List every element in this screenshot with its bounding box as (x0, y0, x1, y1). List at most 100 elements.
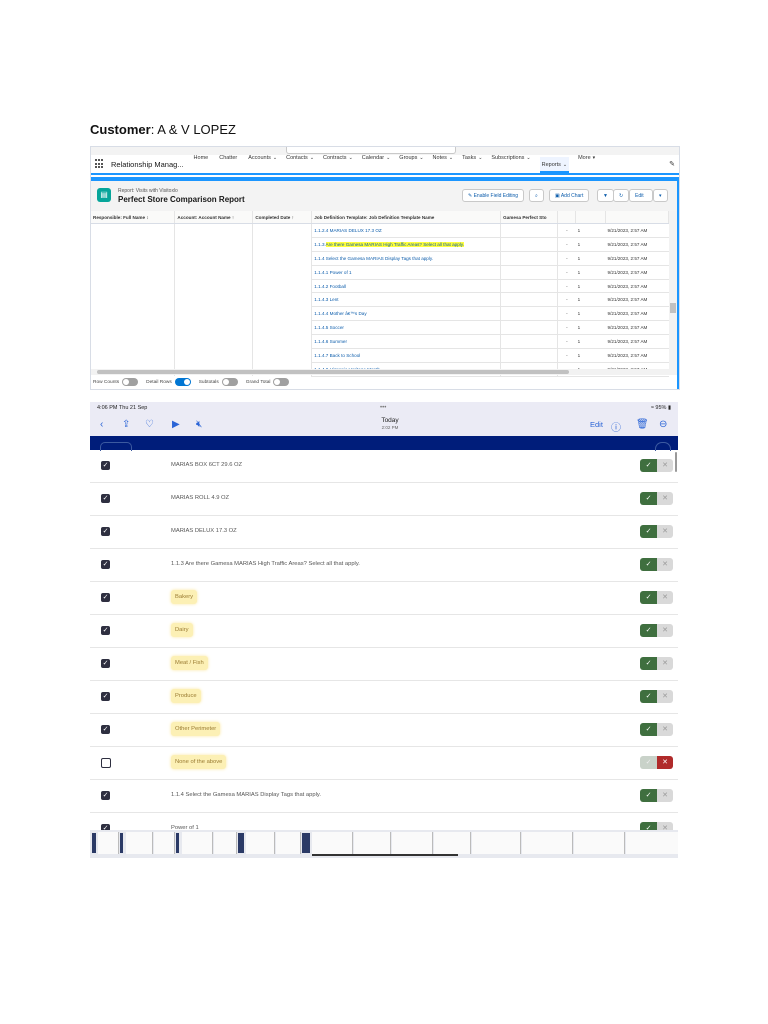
checkbox[interactable]: ✓ (101, 494, 110, 503)
check-icon[interactable]: ✓ (640, 492, 657, 505)
checkbox[interactable] (101, 758, 111, 768)
nav-item-contacts[interactable]: Contacts ⌄ (286, 155, 314, 173)
check-icon[interactable]: ✓ (640, 525, 657, 538)
nav-item-home[interactable]: Home (194, 155, 211, 173)
close-icon[interactable]: ✕ (657, 624, 673, 637)
toggle-switch[interactable] (122, 378, 139, 386)
yes-no-toggle[interactable]: ✓ ✕ (640, 789, 673, 802)
column-header[interactable]: Completed Date ↑ (252, 211, 313, 224)
column-header[interactable]: Account: Account Name ↑ (174, 211, 254, 224)
toggle-grand-total[interactable]: Grand Total (246, 378, 290, 386)
job-template-link[interactable]: 1.1.4.3 Lent (311, 292, 502, 308)
report-menu-button[interactable]: ▾ (653, 189, 668, 202)
nav-item-subscriptions[interactable]: Subscriptions ⌄ (491, 155, 530, 173)
play-icon[interactable]: ▶ (172, 419, 180, 430)
trash-icon[interactable]: 🗑︎ (636, 419, 649, 430)
toggle-switch[interactable] (174, 378, 191, 386)
edit-button[interactable]: Edit (590, 420, 603, 429)
search-report-button[interactable]: ⌕ (529, 189, 544, 202)
column-header[interactable] (575, 211, 607, 224)
close-icon[interactable]: ✕ (657, 558, 673, 571)
yes-no-toggle[interactable]: ✓ ✕ (640, 756, 673, 769)
check-icon[interactable]: ✓ (640, 591, 657, 604)
close-icon[interactable]: ✕ (657, 525, 673, 538)
close-icon[interactable]: ✕ (657, 591, 673, 604)
checkbox[interactable]: ✓ (101, 593, 110, 602)
yes-no-toggle[interactable]: ✓ ✕ (640, 657, 673, 670)
refresh-button[interactable]: ↻ (613, 189, 630, 202)
close-icon[interactable]: ✕ (657, 459, 673, 472)
job-template-link[interactable]: 1.1.2.4 MARIAS DELUX 17.3 OZ (311, 223, 502, 238)
nav-item-reports[interactable]: Reports ⌄ (539, 157, 570, 173)
yes-no-toggle[interactable]: ✓ ✕ (640, 492, 673, 505)
check-icon[interactable]: ✓ (640, 459, 657, 472)
yes-no-toggle[interactable]: ✓ ✕ (640, 459, 673, 472)
job-template-link[interactable]: 1.1.4.6 Summer (311, 334, 502, 350)
checkbox[interactable]: ✓ (101, 791, 110, 800)
checkbox[interactable]: ✓ (101, 626, 110, 635)
yes-no-toggle[interactable]: ✓ ✕ (640, 525, 673, 538)
toggle-subtotals[interactable]: Subtotals (199, 378, 238, 386)
share-icon[interactable]: ⇪ (122, 419, 130, 430)
check-icon[interactable]: ✓ (640, 624, 657, 637)
more-icon[interactable]: ⊖ (659, 419, 667, 430)
check-icon[interactable]: ✓ (640, 756, 657, 769)
add-chart-button[interactable]: ▣ Add Chart (549, 189, 590, 202)
nav-item-chatter[interactable]: Chatter (219, 155, 239, 173)
check-icon[interactable]: ✓ (640, 723, 657, 736)
checkbox[interactable]: ✓ (101, 692, 110, 701)
close-icon[interactable]: ✕ (657, 789, 673, 802)
check-icon[interactable]: ✓ (640, 558, 657, 571)
checkbox[interactable]: ✓ (101, 725, 110, 734)
filter-button[interactable]: ▼ (597, 189, 614, 202)
yes-no-toggle[interactable]: ✓ ✕ (640, 558, 673, 571)
nav-item-notes[interactable]: Notes ⌄ (433, 155, 454, 173)
edit-nav-icon[interactable]: ✎ (669, 160, 675, 168)
toggle-switch[interactable] (221, 378, 238, 386)
column-header[interactable]: Job Definition Template: Job Definition … (311, 211, 502, 224)
job-template-link[interactable]: 1.1.4.5 Soccer (311, 320, 502, 336)
checkbox[interactable]: ✓ (101, 527, 110, 536)
mute-icon[interactable]: 🔇︎ (196, 419, 202, 430)
enable-field-editing-button[interactable]: ✎ Enable Field Editing (462, 189, 525, 202)
toggle-detail-rows[interactable]: Detail Rows (146, 378, 191, 386)
job-template-link[interactable]: 1.1.4.7 Back to School (311, 348, 502, 363)
info-icon[interactable]: ⓘ (611, 419, 621, 434)
yes-no-toggle[interactable]: ✓ ✕ (640, 690, 673, 703)
toggle-switch[interactable] (273, 378, 290, 386)
toggle-row-counts[interactable]: Row Counts (93, 378, 139, 386)
close-icon[interactable]: ✕ (657, 756, 673, 769)
column-header[interactable]: Gamesa Perfect Sto (500, 211, 559, 224)
nav-item-calendar[interactable]: Calendar ⌄ (362, 155, 391, 173)
close-icon[interactable]: ✕ (657, 690, 673, 703)
vertical-scrollbar[interactable] (669, 211, 677, 369)
yes-no-toggle[interactable]: ✓ ✕ (640, 723, 673, 736)
nav-item-contracts[interactable]: Contracts ⌄ (323, 155, 353, 173)
check-icon[interactable]: ✓ (640, 690, 657, 703)
checkbox[interactable]: ✓ (101, 560, 110, 569)
multitask-dots[interactable]: ••• (380, 405, 386, 411)
checkbox[interactable]: ✓ (101, 461, 110, 470)
global-search-box[interactable] (286, 147, 456, 154)
back-icon[interactable]: ‹ (100, 419, 103, 430)
app-launcher-icon[interactable] (95, 159, 105, 169)
close-icon[interactable]: ✕ (657, 657, 673, 670)
yes-no-toggle[interactable]: ✓ ✕ (640, 624, 673, 637)
check-icon[interactable]: ✓ (640, 657, 657, 670)
job-template-link[interactable]: 1.1.4.1 Power of 1 (311, 265, 502, 280)
checkbox[interactable]: ✓ (101, 659, 110, 668)
job-template-link[interactable]: 1.1.4.4 Mother â€™s Day (311, 306, 502, 322)
job-template-link[interactable]: 1.1.3 Are there Gamesa MARIAS High Traff… (311, 237, 502, 252)
job-template-link[interactable]: 1.1.4.2 Football (311, 279, 502, 294)
nav-item-tasks[interactable]: Tasks ⌄ (462, 155, 482, 173)
edit-report-button[interactable]: Edit (629, 189, 653, 202)
check-icon[interactable]: ✓ (640, 789, 657, 802)
yes-no-toggle[interactable]: ✓ ✕ (640, 591, 673, 604)
job-template-link[interactable]: 1.1.4 Select the Gamesa MARIAS Display T… (311, 251, 502, 266)
heart-icon[interactable]: ♡ (145, 419, 154, 430)
nav-item-more[interactable]: More ▾ (578, 155, 595, 173)
close-icon[interactable]: ✕ (657, 492, 673, 505)
column-header[interactable]: Responsible: Full Name ↕ (91, 211, 176, 224)
column-header[interactable] (557, 211, 577, 224)
close-icon[interactable]: ✕ (657, 723, 673, 736)
